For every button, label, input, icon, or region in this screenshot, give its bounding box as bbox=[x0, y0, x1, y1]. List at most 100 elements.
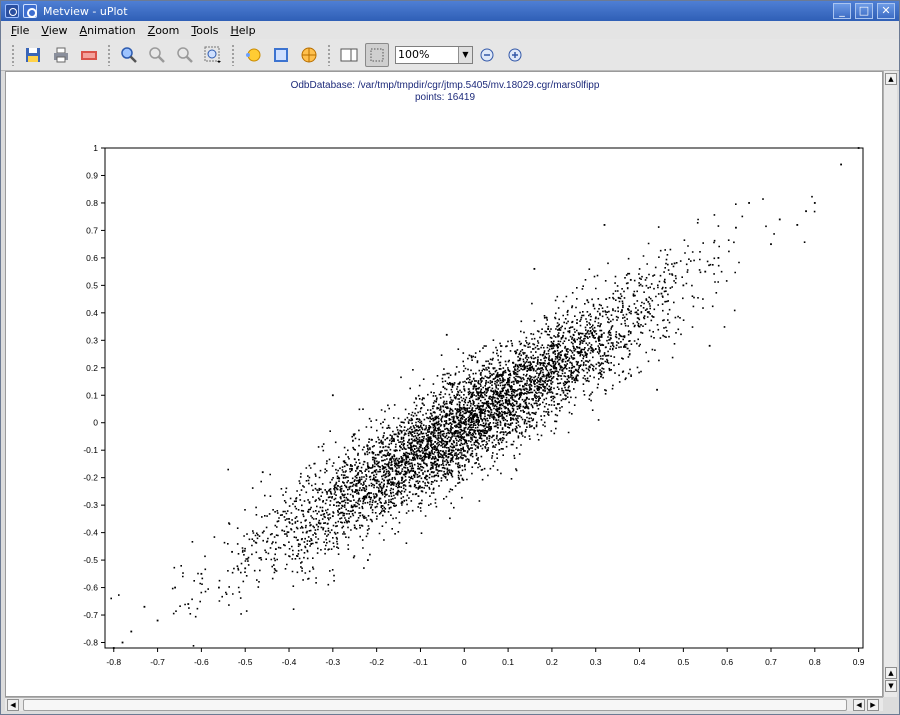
toolbar: 100% ▼ bbox=[1, 39, 899, 71]
zoom-level-select[interactable]: 100% ▼ bbox=[395, 45, 473, 64]
scroll-left-icon[interactable]: ◀ bbox=[7, 699, 19, 711]
x-tick-label: -0.3 bbox=[326, 657, 341, 667]
scatter-point bbox=[682, 284, 685, 287]
y-tick-label: -0.8 bbox=[83, 638, 98, 648]
horizontal-scrollbar[interactable]: ◀ ◀ ▶ bbox=[5, 697, 883, 711]
toolbar-grip-2[interactable] bbox=[107, 43, 111, 66]
y-tick-label: 0.8 bbox=[86, 198, 98, 208]
scroll-corner bbox=[883, 697, 897, 711]
scroll-right-icon[interactable]: ▶ bbox=[867, 699, 879, 711]
zoom-plus-icon bbox=[508, 48, 522, 61]
scatter-point bbox=[708, 344, 711, 347]
toolbar-grip-3[interactable] bbox=[231, 43, 235, 66]
menu-help-label: elp bbox=[238, 23, 256, 37]
zoom-in-button[interactable] bbox=[117, 43, 141, 67]
y-tick-label: 0.2 bbox=[86, 363, 98, 373]
y-tick-label: 0.5 bbox=[86, 280, 98, 290]
menu-file[interactable]: File bbox=[5, 24, 35, 37]
scatter-point bbox=[735, 226, 737, 229]
y-tick-label: 0.9 bbox=[86, 170, 98, 180]
scroll-left-icon-2[interactable]: ◀ bbox=[853, 699, 865, 711]
y-tick-label: -0.5 bbox=[83, 555, 98, 565]
select-area-button[interactable] bbox=[365, 42, 389, 67]
menu-zoom-label: oom bbox=[155, 23, 180, 37]
zoom-minus-button[interactable] bbox=[475, 43, 499, 67]
scatter-point bbox=[586, 353, 588, 355]
sidebar-icon bbox=[340, 48, 358, 61]
y-tick-label: 0.3 bbox=[86, 335, 98, 345]
zoom-out-icon bbox=[149, 46, 165, 63]
x-tick-label: 0.8 bbox=[809, 657, 821, 667]
x-tick-label: 0.9 bbox=[853, 657, 865, 667]
x-tick-label: 0.7 bbox=[765, 657, 777, 667]
data-button[interactable] bbox=[297, 43, 321, 67]
scatter-point bbox=[340, 487, 343, 490]
x-tick-label: -0.5 bbox=[238, 657, 253, 667]
horizontal-scroll-thumb[interactable] bbox=[23, 699, 847, 711]
export-button[interactable] bbox=[77, 43, 101, 67]
layer-button[interactable] bbox=[269, 43, 293, 67]
toolbar-grip[interactable] bbox=[11, 43, 15, 66]
chevron-down-icon[interactable]: ▼ bbox=[458, 46, 472, 63]
y-tick-label: 1 bbox=[93, 143, 98, 153]
scatter-point bbox=[445, 333, 448, 336]
scatter-point bbox=[463, 421, 466, 424]
scroll-up-icon[interactable]: ▲ bbox=[885, 73, 897, 85]
close-button[interactable]: ✕ bbox=[877, 3, 895, 19]
scatter-point bbox=[656, 388, 658, 391]
scatter-point bbox=[607, 331, 610, 333]
minimize-button[interactable]: _ bbox=[833, 3, 851, 19]
scatter-point bbox=[244, 567, 247, 570]
scatter-point bbox=[366, 559, 369, 561]
y-tick-label: -0.7 bbox=[83, 610, 98, 620]
save-button[interactable] bbox=[21, 43, 45, 67]
x-tick-label: 0.6 bbox=[721, 657, 733, 667]
zoom-plus-button[interactable] bbox=[503, 43, 527, 67]
scatter-point bbox=[384, 454, 387, 457]
scatter-point bbox=[796, 224, 799, 226]
x-tick-label: 0.3 bbox=[590, 657, 602, 667]
scatter-point bbox=[551, 347, 553, 350]
scatter-point bbox=[441, 438, 444, 441]
scatter-point bbox=[673, 262, 676, 265]
menu-tools[interactable]: Tools bbox=[185, 24, 224, 37]
scroll-up-icon-2[interactable]: ▲ bbox=[885, 667, 897, 679]
scroll-down-icon[interactable]: ▼ bbox=[885, 680, 897, 692]
x-tick-label: -0.2 bbox=[369, 657, 384, 667]
scatter-point bbox=[121, 641, 124, 644]
menu-view[interactable]: View bbox=[35, 24, 73, 37]
scatter-point bbox=[594, 317, 597, 320]
plot-canvas[interactable]: OdbDatabase: /var/tmp/tmpdir/cgr/jtmp.54… bbox=[5, 71, 883, 697]
print-button[interactable] bbox=[49, 43, 73, 67]
menu-zoom[interactable]: Zoom bbox=[142, 24, 186, 37]
zoom-reset-icon bbox=[177, 46, 193, 63]
scatter-point bbox=[231, 550, 233, 553]
scatter-point bbox=[366, 465, 369, 468]
sidebar-toggle-button[interactable] bbox=[337, 43, 361, 67]
scatter-point bbox=[428, 427, 431, 430]
maximize-button[interactable]: □ bbox=[855, 3, 873, 19]
x-tick-label: 0.4 bbox=[634, 657, 646, 667]
zoom-out-button[interactable] bbox=[145, 43, 169, 67]
magics-icon bbox=[246, 48, 261, 61]
scatter-point bbox=[274, 548, 277, 550]
scatter-point bbox=[130, 630, 133, 633]
window-menu-icon[interactable] bbox=[23, 4, 37, 18]
title-bar[interactable]: Metview - uPlot _ □ ✕ bbox=[1, 1, 899, 21]
zoom-reset-button[interactable] bbox=[173, 43, 197, 67]
vertical-scrollbar[interactable]: ▲ ▲ ▼ bbox=[883, 71, 897, 697]
zoom-area-button[interactable] bbox=[201, 43, 225, 67]
menu-view-label: iew bbox=[48, 23, 68, 37]
y-tick-label: 0.4 bbox=[86, 308, 98, 318]
menu-tools-label: ools bbox=[196, 23, 219, 37]
export-icon bbox=[81, 50, 97, 60]
scatter-point bbox=[748, 202, 750, 204]
menu-animation[interactable]: Animation bbox=[74, 24, 142, 37]
menu-file-label: ile bbox=[16, 23, 30, 37]
magics-button[interactable] bbox=[241, 43, 265, 67]
menu-help[interactable]: Help bbox=[224, 24, 261, 37]
scatter-point bbox=[840, 163, 842, 166]
toolbar-grip-4[interactable] bbox=[327, 43, 331, 66]
scatter-point bbox=[187, 603, 190, 605]
y-tick-label: -0.1 bbox=[83, 445, 98, 455]
